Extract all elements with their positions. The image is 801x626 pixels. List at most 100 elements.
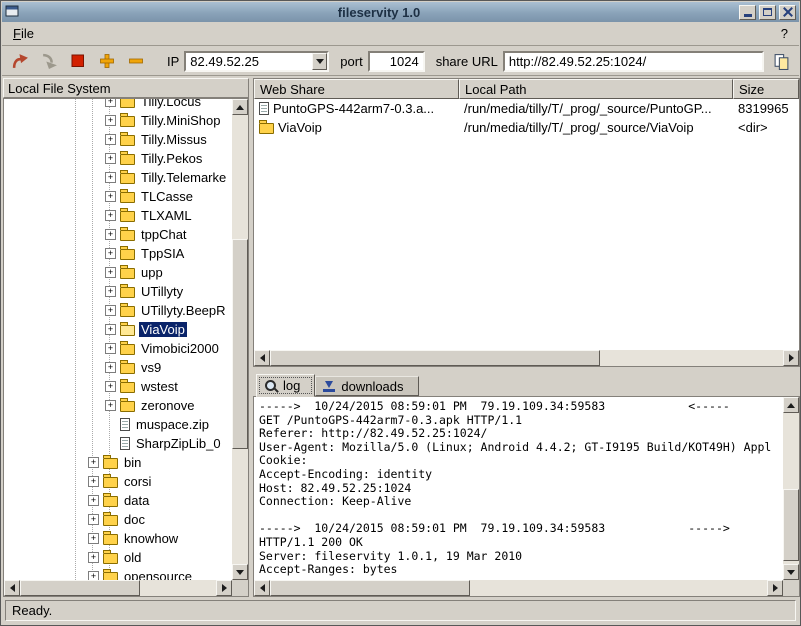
expander-icon[interactable] (88, 533, 99, 544)
minimize-button[interactable] (739, 4, 756, 20)
share-url-field[interactable] (502, 50, 764, 72)
expander-icon[interactable] (105, 134, 116, 145)
tree-item[interactable]: UTillyty.BeepR (4, 301, 232, 320)
tree-item[interactable]: UTillyty (4, 282, 232, 301)
expander-icon[interactable] (105, 191, 116, 202)
log-horizontal-scrollbar[interactable] (254, 580, 783, 596)
column-header-local-path[interactable]: Local Path (459, 79, 733, 99)
expander-icon[interactable] (105, 286, 116, 297)
tree-item[interactable]: doc (4, 510, 232, 529)
scroll-left-button[interactable] (254, 580, 270, 596)
expander-icon[interactable] (105, 248, 116, 259)
scroll-left-button[interactable] (4, 580, 20, 596)
tree-item[interactable]: wstest (4, 377, 232, 396)
tree-item[interactable]: Tilly.Telemarke (4, 168, 232, 187)
tree-item[interactable]: Tilly.Locus (4, 99, 232, 111)
expander-icon[interactable] (105, 305, 116, 316)
tree-item[interactable]: corsi (4, 472, 232, 491)
tree-item[interactable]: tppChat (4, 225, 232, 244)
forward-button[interactable] (37, 49, 61, 73)
log-view[interactable]: -----> 10/24/2015 08:59:01 PM 79.19.109.… (254, 397, 783, 580)
expander-icon[interactable] (105, 229, 116, 240)
ip-dropdown-button[interactable] (312, 52, 328, 70)
ip-label: IP (167, 53, 180, 69)
tree-item[interactable]: vs9 (4, 358, 232, 377)
tree-item[interactable]: ViaVoip (4, 320, 232, 339)
log-vertical-scrollbar[interactable] (783, 397, 799, 580)
tree-item[interactable]: TLCasse (4, 187, 232, 206)
scroll-up-button[interactable] (783, 397, 799, 413)
share-url-input[interactable] (504, 52, 762, 70)
expander-icon[interactable] (105, 362, 116, 373)
expander-icon[interactable] (105, 210, 116, 221)
tree-item[interactable]: zeronove (4, 396, 232, 415)
expander-icon[interactable] (88, 552, 99, 563)
tab-downloads[interactable]: downloads (315, 376, 419, 396)
ip-input[interactable] (186, 52, 313, 70)
tab-log[interactable]: log (256, 374, 316, 397)
add-share-button[interactable] (95, 49, 119, 73)
port-field[interactable] (367, 50, 425, 72)
expander-icon[interactable] (105, 267, 116, 278)
tree-item[interactable]: TLXAML (4, 206, 232, 225)
expander-icon[interactable] (88, 571, 99, 580)
expander-icon[interactable] (88, 514, 99, 525)
scroll-right-button[interactable] (783, 350, 799, 366)
column-header-size[interactable]: Size (733, 79, 799, 99)
expander-icon[interactable] (88, 495, 99, 506)
stop-server-button[interactable] (66, 49, 90, 73)
tree-item[interactable]: upp (4, 263, 232, 282)
expander-icon[interactable] (88, 457, 99, 468)
scroll-down-button[interactable] (232, 564, 248, 580)
close-button[interactable] (779, 4, 796, 20)
file-tree[interactable]: Tilly.Locus Tilly.MiniShop Tilly.Missus … (4, 99, 232, 580)
expander-icon[interactable] (105, 115, 116, 126)
ip-combobox[interactable] (184, 50, 330, 72)
tree-item[interactable]: data (4, 491, 232, 510)
tree-item[interactable]: SharpZipLib_0 (4, 434, 232, 453)
scrollbar-thumb[interactable] (270, 580, 470, 596)
scrollbar-thumb[interactable] (20, 580, 140, 596)
menu-help[interactable]: ? (774, 23, 795, 44)
tree-item[interactable]: knowhow (4, 529, 232, 548)
tree-item[interactable]: muspace.zip (4, 415, 232, 434)
tree-item[interactable]: Tilly.MiniShop (4, 111, 232, 130)
scroll-up-button[interactable] (232, 99, 248, 115)
tree-item[interactable]: Vimobici2000 (4, 339, 232, 358)
tree-item[interactable]: old (4, 548, 232, 567)
remove-share-button[interactable] (124, 49, 148, 73)
scroll-right-button[interactable] (767, 580, 783, 596)
table-horizontal-scrollbar[interactable] (254, 350, 799, 366)
expander-icon[interactable] (105, 324, 116, 335)
column-header-web-share[interactable]: Web Share (254, 79, 459, 99)
scrollbar-thumb[interactable] (270, 350, 600, 366)
tree-item[interactable]: Tilly.Pekos (4, 149, 232, 168)
expander-icon[interactable] (105, 99, 116, 107)
scrollbar-thumb[interactable] (783, 489, 799, 561)
copy-url-button[interactable] (769, 49, 793, 73)
scroll-right-button[interactable] (216, 580, 232, 596)
table-row[interactable]: PuntoGPS-442arm7-0.3.a... /run/media/til… (254, 99, 799, 118)
expander-icon[interactable] (105, 153, 116, 164)
scrollbar-thumb[interactable] (232, 239, 248, 449)
folder-icon (120, 151, 135, 165)
tree-vertical-scrollbar[interactable] (232, 99, 248, 580)
expander-icon[interactable] (105, 381, 116, 392)
scroll-down-button[interactable] (783, 564, 799, 580)
tree-item[interactable]: Tilly.Missus (4, 130, 232, 149)
table-row[interactable]: ViaVoip /run/media/tilly/T/_prog/_source… (254, 118, 799, 137)
open-url-button[interactable] (8, 49, 32, 73)
expander-icon[interactable] (88, 476, 99, 487)
menu-file[interactable]: File (6, 23, 41, 44)
port-input[interactable] (369, 52, 423, 70)
tree-horizontal-scrollbar[interactable] (4, 580, 232, 596)
tree-item[interactable]: opensource (4, 567, 232, 580)
tree-item[interactable]: bin (4, 453, 232, 472)
expander-icon[interactable] (105, 343, 116, 354)
folder-icon (120, 99, 135, 108)
maximize-button[interactable] (759, 4, 776, 20)
scroll-left-button[interactable] (254, 350, 270, 366)
tree-item[interactable]: TppSIA (4, 244, 232, 263)
expander-icon[interactable] (105, 172, 116, 183)
expander-icon[interactable] (105, 400, 116, 411)
